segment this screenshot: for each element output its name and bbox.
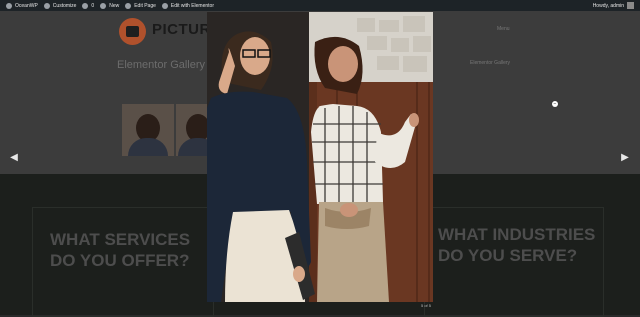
chevron-right-icon[interactable]: ▶ <box>619 151 631 165</box>
comment-icon <box>82 2 89 9</box>
gallery-thumbnail[interactable] <box>176 104 207 156</box>
lightbox-image[interactable] <box>207 12 433 302</box>
admin-bar-elementor-label: Edit with Elementor <box>170 2 214 9</box>
photo-two-women <box>207 12 433 302</box>
admin-bar-edit-page[interactable]: Edit Page <box>125 2 156 9</box>
page-title: Elementor Gallery <box>117 59 206 71</box>
brush-icon <box>43 2 50 9</box>
admin-bar-site[interactable]: OceanWP <box>6 2 38 9</box>
industries-heading: WHAT INDUSTRIES DO YOU SERVE? <box>438 225 596 265</box>
admin-bar-elementor[interactable]: Edit with Elementor <box>161 2 214 9</box>
breadcrumb[interactable]: Elementor Gallery <box>470 60 510 66</box>
admin-bar-site-label: OceanWP <box>15 2 38 9</box>
admin-greeting: Howdy, admin <box>592 2 624 9</box>
admin-bar-comments-count: 0 <box>91 2 95 9</box>
admin-bar-customize[interactable]: Customize <box>43 2 77 9</box>
admin-bar-account[interactable]: Howdy, admin <box>593 0 634 11</box>
lightbox-counter: 5 of 5 <box>421 303 432 308</box>
admin-bar-comments[interactable]: 0 <box>82 2 95 9</box>
elementor-icon <box>161 2 168 9</box>
plus-icon <box>100 2 107 9</box>
admin-bar-new[interactable]: New <box>100 2 120 9</box>
services-heading: WHAT SERVICES DO YOU OFFER? <box>50 230 191 270</box>
admin-bar-customize-label: Customize <box>52 2 77 9</box>
chevron-left-icon[interactable]: ◀ <box>8 151 20 165</box>
admin-bar-new-label: New <box>109 2 120 9</box>
site-logo[interactable] <box>119 18 146 45</box>
pencil-icon <box>125 2 132 9</box>
admin-bar: OceanWP Customize 0 New Edit Page Edit w… <box>0 0 640 11</box>
thumbnail-person-body <box>128 138 168 156</box>
home-icon <box>6 2 12 9</box>
zoom-icon[interactable]: − <box>552 101 558 107</box>
menu-link[interactable]: Menu <box>497 26 510 32</box>
admin-bar-edit-page-label: Edit Page <box>134 2 156 9</box>
avatar <box>627 2 634 9</box>
gallery-thumbnail[interactable] <box>122 104 174 156</box>
thumbnail-person-body <box>178 138 207 156</box>
